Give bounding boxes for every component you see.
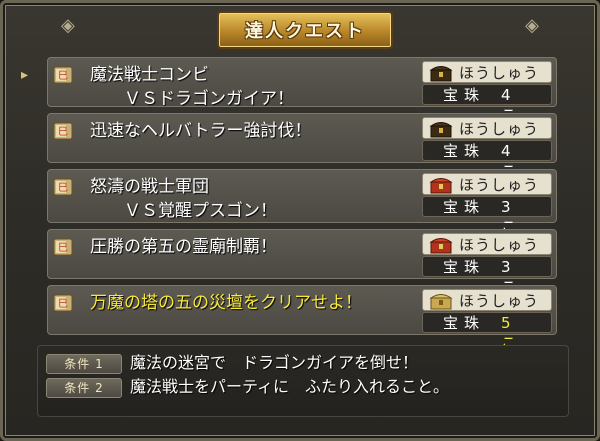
quest-name: 圧勝の第五の霊廟制覇！ — [90, 237, 277, 257]
reward-box: ほうしゅう 宝珠 5 こ — [422, 289, 552, 352]
condition-text: 魔法戦士をパーティに ふたり入れること。 — [130, 377, 450, 396]
reward-box: ほうしゅう 宝珠 4 こ — [422, 61, 552, 124]
treasure-chest-icon — [429, 122, 453, 138]
treasure-chest-icon — [429, 238, 453, 254]
treasure-chest-icon — [429, 294, 453, 310]
scroll-icon: 巳 — [53, 238, 73, 256]
svg-text:巳: 巳 — [58, 126, 68, 138]
conditions-panel: 条件 1 魔法の迷宮で ドラゴンガイアを倒せ！ 条件 2 魔法戦士をパーティに … — [37, 345, 569, 417]
quest-name: 怒濤の戦士軍団 ＶＳ覚醒プスゴン！ — [90, 177, 277, 221]
reward-label: ほうしゅう — [459, 176, 540, 194]
condition-tag: 条件 2 — [46, 378, 122, 398]
reward-box: ほうしゅう 宝珠 3 こ — [422, 233, 552, 296]
reward-label: ほうしゅう — [459, 120, 540, 138]
quest-name: 迅速なヘルバトラー強討伐！ — [90, 121, 312, 141]
reward-item: 宝珠 — [443, 198, 486, 216]
scroll-icon: 巳 — [53, 178, 73, 196]
ornament-right-icon: ◈ — [525, 15, 539, 36]
ornament-left-icon: ◈ — [61, 15, 75, 36]
reward-box: ほうしゅう 宝珠 3 こ — [422, 173, 552, 236]
window-title: 達人クエスト — [245, 21, 365, 42]
quest-row[interactable]: 巳 圧勝の第五の霊廟制覇！ ほうしゅう 宝珠 3 こ — [47, 229, 557, 296]
quest-row-selected[interactable]: 巳 万魔の塔の五の災壇をクリアせよ！ ほうしゅう 宝珠 5 こ — [47, 285, 557, 352]
quest-row[interactable]: 巳 怒濤の戦士軍団 ＶＳ覚醒プスゴン！ ほうしゅう 宝珠 3 こ — [47, 169, 557, 236]
reward-item: 宝珠 — [443, 258, 486, 276]
scroll-icon: 巳 — [53, 294, 73, 312]
condition-tag: 条件 1 — [46, 354, 122, 374]
reward-item: 宝珠 — [443, 314, 486, 332]
reward-item: 宝珠 — [443, 142, 486, 160]
quest-row[interactable]: 巳 魔法戦士コンビＶＳドラゴンガイア！ ほうしゅう 宝珠 4 こ — [47, 57, 557, 124]
window-title-plate: 達人クエスト — [217, 11, 393, 49]
svg-text:巳: 巳 — [58, 182, 68, 194]
svg-text:巳: 巳 — [58, 298, 68, 310]
svg-text:巳: 巳 — [58, 70, 68, 82]
treasure-chest-icon — [429, 178, 453, 194]
quest-row[interactable]: 巳 迅速なヘルバトラー強討伐！ ほうしゅう 宝珠 4 こ — [47, 113, 557, 180]
reward-label: ほうしゅう — [459, 292, 540, 310]
condition-text: 魔法の迷宮で ドラゴンガイアを倒せ！ — [130, 353, 419, 372]
reward-label: ほうしゅう — [459, 236, 540, 254]
quest-name: 万魔の塔の五の災壇をクリアせよ！ — [90, 293, 362, 313]
reward-box: ほうしゅう 宝珠 4 こ — [422, 117, 552, 180]
reward-item: 宝珠 — [443, 86, 486, 104]
scroll-icon: 巳 — [53, 122, 73, 140]
treasure-chest-icon — [429, 66, 453, 82]
scroll-icon: 巳 — [53, 66, 73, 84]
selection-cursor-icon: ▸ — [21, 67, 29, 83]
svg-text:巳: 巳 — [58, 242, 68, 254]
reward-label: ほうしゅう — [459, 64, 540, 82]
quest-window: ◈ ◈ 達人クエスト ▸ 巳 魔法戦士コンビ ＶＳドラゴンガイア！ ほうしゅう … — [0, 0, 600, 441]
quest-name: 魔法戦士コンビ ＶＳドラゴンガイア！ — [90, 65, 294, 109]
